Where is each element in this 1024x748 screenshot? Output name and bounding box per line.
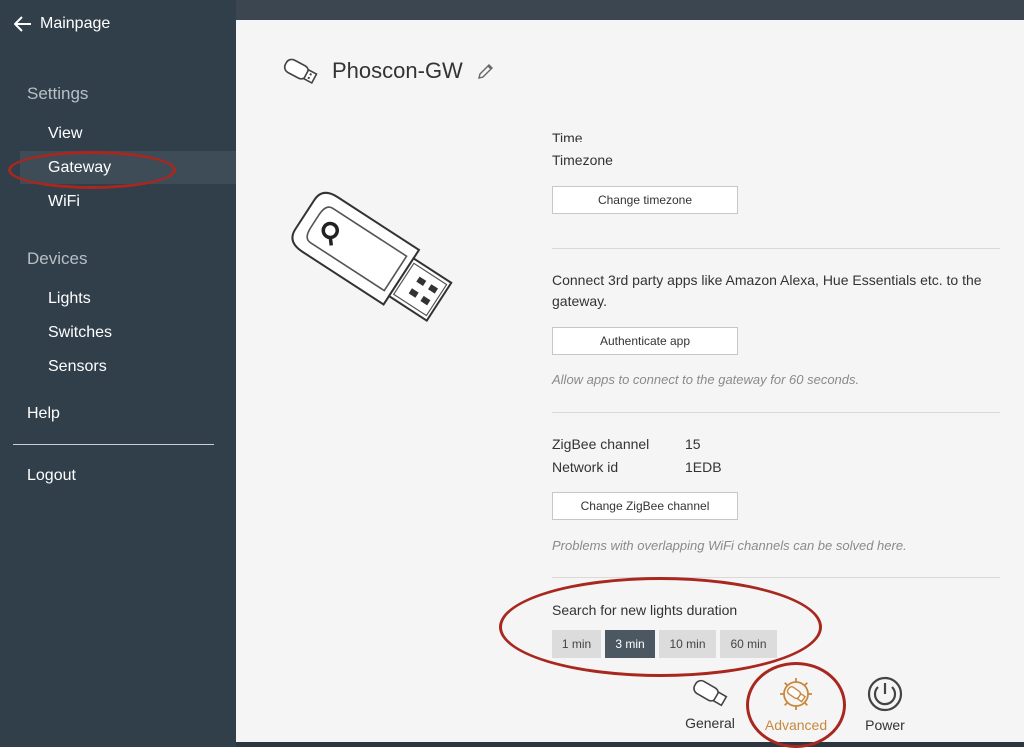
search-duration-label: Search for new lights duration — [552, 602, 738, 618]
change-zigbee-channel-button[interactable]: Change ZigBee channel — [552, 492, 738, 520]
arrow-left-icon — [14, 16, 31, 32]
sidebar-item-gateway[interactable]: Gateway — [20, 151, 236, 184]
sidebar-item-lights[interactable]: Lights — [20, 282, 236, 315]
power-icon — [867, 676, 903, 712]
auth-note: Allow apps to connect to the gateway for… — [552, 372, 860, 387]
change-timezone-button[interactable]: Change timezone — [552, 186, 738, 214]
divider — [552, 577, 1000, 578]
auth-description: Connect 3rd party apps like Amazon Alexa… — [552, 272, 982, 309]
tab-power-label: Power — [865, 717, 905, 733]
zigbee-note: Problems with overlapping WiFi channels … — [552, 538, 907, 553]
duration-option-3min[interactable]: 3 min — [605, 630, 655, 658]
authenticate-app-button[interactable]: Authenticate app — [552, 327, 738, 355]
tab-power[interactable]: Power — [860, 676, 910, 733]
top-bar — [236, 0, 1024, 20]
gear-usb-icon — [780, 678, 812, 710]
duration-option-10min[interactable]: 10 min — [659, 630, 716, 658]
duration-option-1min[interactable]: 1 min — [552, 630, 601, 658]
duration-option-60min[interactable]: 60 min — [720, 630, 777, 658]
sidebar-item-switches[interactable]: Switches — [20, 316, 236, 349]
zigbee-channel-value: 15 — [685, 436, 701, 452]
sidebar-item-help[interactable]: Help — [27, 405, 60, 423]
devices-heading: Devices — [27, 249, 88, 268]
sidebar-item-logout[interactable]: Logout — [27, 467, 76, 485]
sidebar-item-sensors[interactable]: Sensors — [20, 350, 236, 383]
usb-stick-icon — [693, 679, 728, 707]
tab-advanced[interactable]: Advanced — [760, 676, 832, 733]
bottom-bar — [236, 742, 1024, 747]
time-label: Time — [552, 130, 583, 142]
pencil-icon[interactable] — [477, 62, 495, 80]
tab-general[interactable]: General — [681, 676, 739, 731]
mainpage-label: Mainpage — [40, 15, 111, 32]
divider — [552, 412, 1000, 413]
sidebar-item-wifi[interactable]: WiFi — [20, 185, 236, 218]
network-id-value: 1EDB — [685, 459, 722, 475]
gateway-stick-illustration — [291, 191, 453, 322]
tab-general-label: General — [685, 715, 735, 731]
tab-advanced-label: Advanced — [764, 717, 828, 733]
mainpage-link[interactable]: Mainpage — [14, 14, 110, 34]
page-header: Phoscon-GW — [280, 55, 495, 87]
sidebar-item-view[interactable]: View — [20, 117, 236, 150]
settings-heading: Settings — [27, 84, 89, 103]
usb-stick-icon — [283, 58, 318, 85]
network-id-label: Network id — [552, 459, 619, 475]
timezone-label: Timezone — [552, 152, 613, 168]
sidebar: Mainpage Settings View Gateway WiFi Devi… — [0, 0, 236, 747]
sidebar-divider — [13, 444, 214, 445]
divider — [552, 248, 1000, 249]
zigbee-channel-label: ZigBee channel — [552, 436, 650, 452]
page-title: Phoscon-GW — [332, 58, 463, 83]
